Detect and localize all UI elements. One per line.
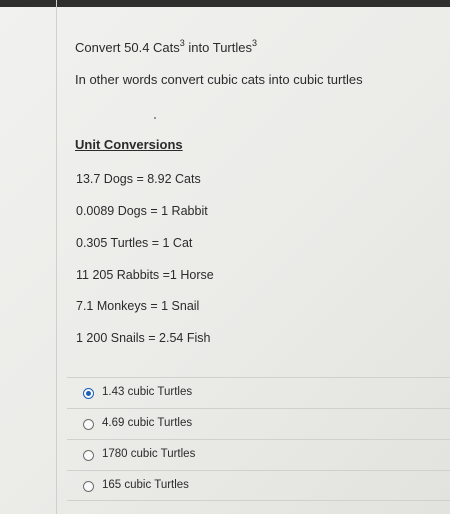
question-prompt-exponent-1: 3 xyxy=(179,37,185,48)
screen: Convert 50.4 Cats3 into Turtles3 In othe… xyxy=(0,0,450,514)
question-card: Convert 50.4 Cats3 into Turtles3 In othe… xyxy=(57,7,450,514)
question-prompt-prefix: Convert 50.4 Cats xyxy=(75,40,180,55)
question-prompt-middle: into Turtles xyxy=(184,40,252,55)
question-clarification: In other words convert cubic cats into c… xyxy=(75,72,363,87)
conversion-item: 1 200 Snails = 2.54 Fish xyxy=(76,331,211,345)
answer-option-label[interactable]: 1.43 cubic Turtles xyxy=(102,386,192,398)
answer-option-label[interactable]: 165 cubic Turtles xyxy=(102,479,189,491)
answer-option[interactable]: 165 cubic Turtles xyxy=(67,470,450,501)
unit-conversions-title: Unit Conversions xyxy=(75,137,183,152)
conversion-item: 13.7 Dogs = 8.92 Cats xyxy=(76,172,201,186)
answer-option-label[interactable]: 1780 cubic Turtles xyxy=(102,448,195,460)
radio-button[interactable] xyxy=(83,419,94,430)
radio-button[interactable] xyxy=(83,450,94,461)
stray-dot xyxy=(154,117,156,119)
answer-choices: 1.43 cubic Turtles 4.69 cubic Turtles 17… xyxy=(67,377,450,501)
answer-option[interactable]: 4.69 cubic Turtles xyxy=(67,408,450,439)
top-edge xyxy=(0,0,450,7)
question-prompt: Convert 50.4 Cats3 into Turtles3 xyxy=(75,37,258,55)
radio-button[interactable] xyxy=(83,388,94,399)
conversion-item: 7.1 Monkeys = 1 Snail xyxy=(76,299,200,313)
answer-option[interactable]: 1780 cubic Turtles xyxy=(67,439,450,470)
answer-option[interactable]: 1.43 cubic Turtles xyxy=(67,377,450,408)
conversion-item: 0.305 Turtles = 1 Cat xyxy=(76,236,193,250)
radio-button[interactable] xyxy=(83,481,94,492)
conversion-item: 11 205 Rabbits =1 Horse xyxy=(76,268,214,282)
answer-option-label[interactable]: 4.69 cubic Turtles xyxy=(102,417,192,429)
question-prompt-exponent-2: 3 xyxy=(252,37,258,48)
conversion-item: 0.0089 Dogs = 1 Rabbit xyxy=(76,204,208,218)
